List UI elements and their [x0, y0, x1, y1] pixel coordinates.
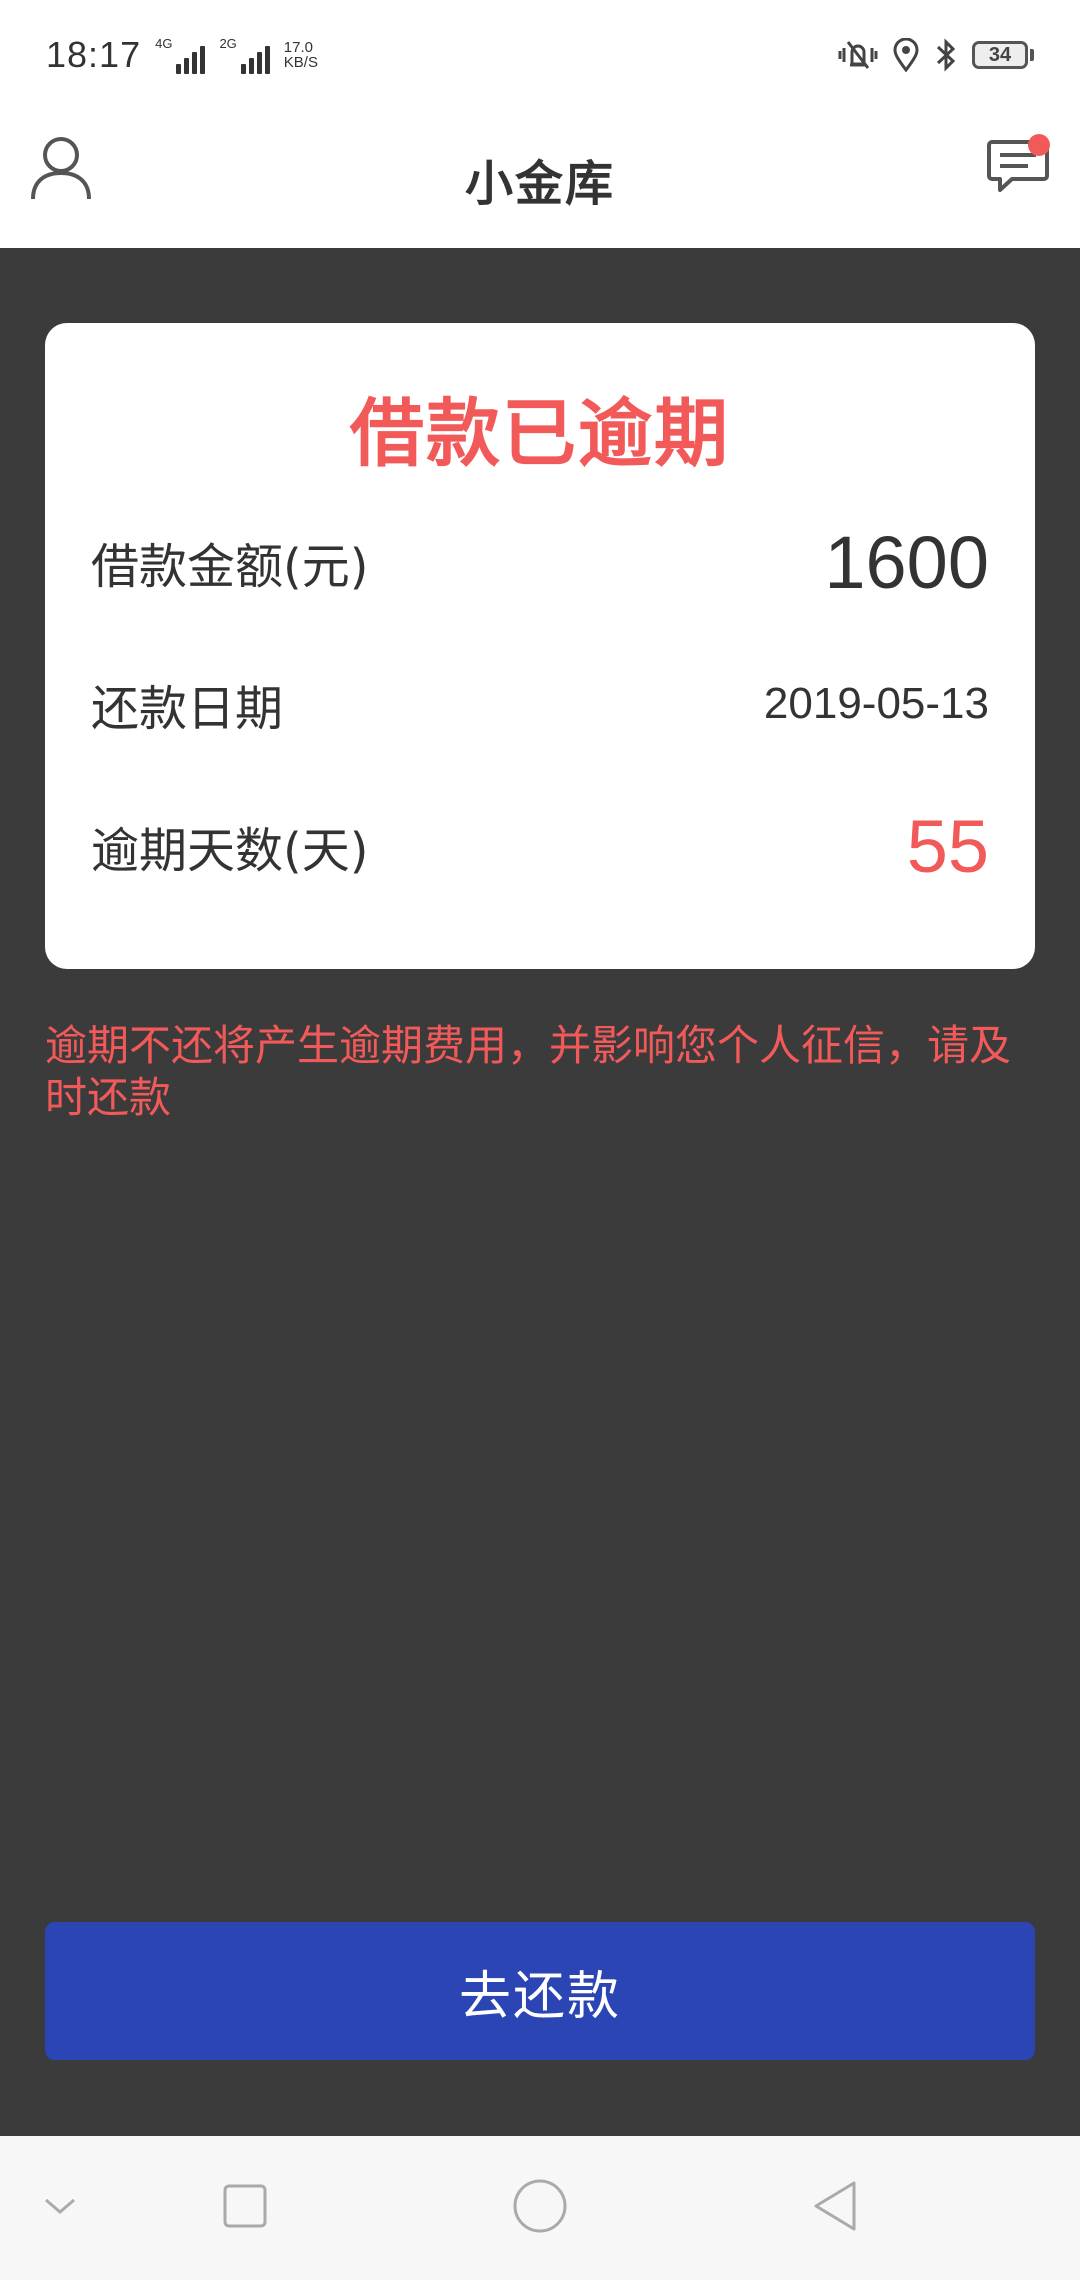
system-nav-bar	[0, 2136, 1080, 2280]
chevron-down-icon	[42, 2195, 78, 2221]
signal-bars-icon	[176, 44, 206, 74]
speed-unit: KB/S	[283, 54, 318, 71]
location-icon	[892, 38, 920, 72]
nav-back-button[interactable]	[795, 2136, 875, 2280]
loan-details: 借款金额(元) 1600 还款日期 2019-05-13 逾期天数(天) 55	[91, 491, 989, 917]
card-title: 借款已逾期	[350, 391, 730, 477]
app-header: 小金库	[0, 110, 1080, 248]
loan-amount-label: 借款金额(元)	[91, 539, 369, 595]
signal-1: 4G	[155, 35, 206, 74]
bluetooth-icon	[934, 38, 958, 72]
loan-amount-row: 借款金额(元) 1600	[91, 491, 989, 633]
repay-date-label: 还款日期	[91, 681, 284, 737]
repay-date-value: 2019-05-13	[763, 679, 989, 728]
speed-value: 17.0	[283, 39, 313, 56]
network-type-2: 2G	[219, 35, 237, 51]
status-right: 34	[838, 38, 1034, 72]
network-speed: 17.0 KB/S	[284, 40, 318, 70]
user-icon	[30, 135, 92, 205]
battery-icon: 34	[972, 41, 1034, 69]
overdue-days-row: 逾期天数(天) 55	[91, 775, 989, 917]
repay-button[interactable]: 去还款	[45, 1922, 1035, 2060]
overdue-days-value: 55	[906, 804, 989, 888]
nav-hide-button[interactable]	[20, 2136, 100, 2280]
vibrate-icon	[838, 38, 878, 72]
status-time: 18:17	[46, 34, 142, 75]
overdue-warning: 逾期不还将产生逾期费用，并影响您个人征信，请及时还款	[45, 1021, 1012, 1122]
signal-bars-icon	[240, 44, 270, 74]
triangle-back-icon	[810, 2179, 860, 2237]
page-title: 小金库	[464, 156, 615, 212]
overdue-days-label: 逾期天数(天)	[91, 823, 369, 879]
circle-icon	[512, 2178, 568, 2238]
unread-badge	[1028, 134, 1050, 156]
signal-2: 2G	[219, 35, 270, 74]
repay-date-row: 还款日期 2019-05-13	[91, 633, 989, 775]
nav-recent-button[interactable]	[205, 2136, 285, 2280]
profile-button[interactable]	[28, 132, 94, 208]
nav-home-button[interactable]	[500, 2136, 580, 2280]
network-type-1: 4G	[155, 35, 173, 51]
loan-status-card: 借款已逾期 借款金额(元) 1600 还款日期 2019-05-13 逾期天数(…	[45, 323, 1035, 969]
loan-amount-value: 1600	[824, 520, 989, 604]
battery-cap	[1030, 49, 1034, 61]
status-left: 18:17 4G 2G 17.0 KB/S	[46, 34, 318, 76]
square-icon	[221, 2182, 269, 2234]
battery-level: 34	[972, 41, 1028, 69]
messages-button[interactable]	[982, 130, 1054, 206]
status-bar: 18:17 4G 2G 17.0 KB/S 34	[0, 0, 1080, 110]
